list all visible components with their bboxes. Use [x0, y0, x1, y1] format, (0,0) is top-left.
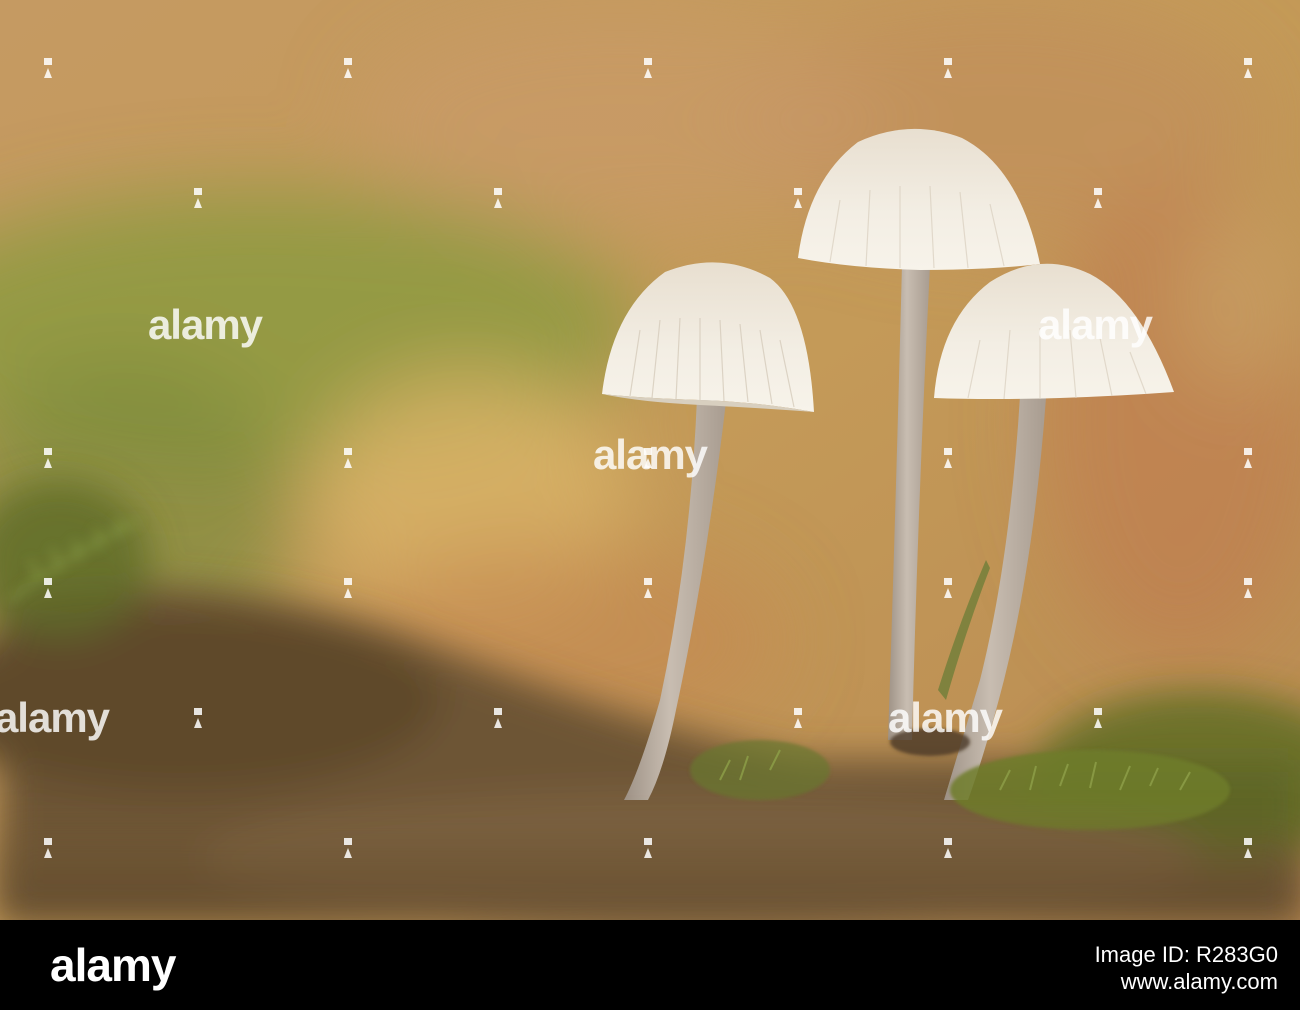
image-id: Image ID: R283G0 [1094, 942, 1278, 967]
site-url: www.alamy.com [1120, 969, 1278, 995]
brand-logo: alamy [50, 939, 176, 991]
image-info: Image ID: R283G0 www.alamy.com [1095, 942, 1278, 995]
credit-bar: alamy Image ID: R283G0 www.alamy.com [0, 920, 1300, 1010]
image-stage: alamy alamy alamy alamy alamy alamy Imag… [0, 0, 1300, 1010]
mushroom-photo [0, 0, 1300, 920]
photo-illustration [0, 0, 1300, 920]
